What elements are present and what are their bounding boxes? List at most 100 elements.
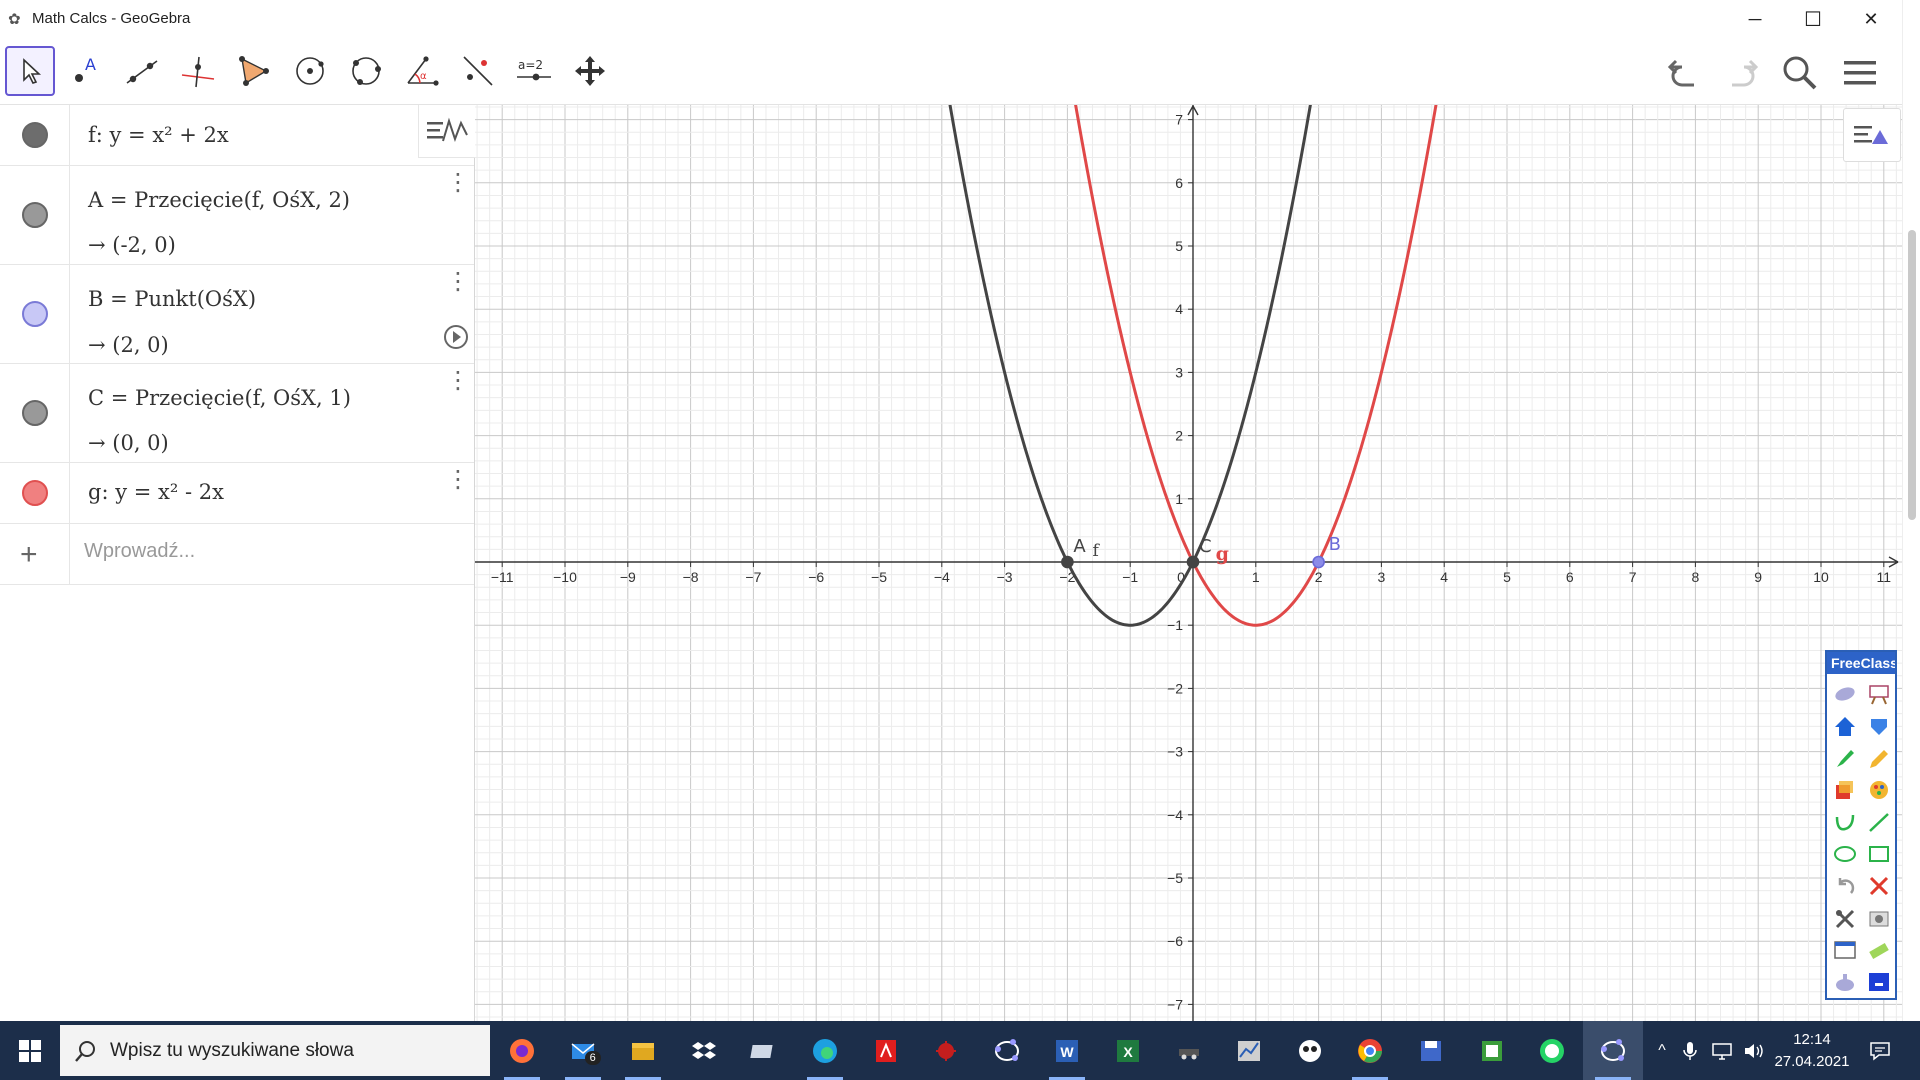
algebra-row-A[interactable]: A = Przecięcie(f, OśX, 2) → (-2, 0) ⋮ [0,166,474,265]
taskbar-app-firefox[interactable] [492,1021,552,1080]
more-options-button[interactable]: ⋮ [446,270,470,294]
more-options-button[interactable]: ⋮ [446,171,470,195]
taskbar-app-whatsapp[interactable] [1522,1021,1582,1080]
definition-A[interactable]: A = Przecięcie(f, OśX, 2) [88,188,350,212]
taskbar-app-excel-green[interactable] [1462,1021,1522,1080]
maximize-button[interactable]: ☐ [1784,0,1842,38]
taskbar-app-excel[interactable]: X [1098,1021,1158,1080]
reflect-tool[interactable] [453,46,503,96]
graphics-view[interactable]: −11 −10 −9 −8 −7 −6 −5 −4 −3 −2 −1 0 1 2 3 4 5 6 7 8 9 10 1176… [475,105,1902,1021]
definition-B[interactable]: B = Punkt(OśX) [88,287,256,311]
algebra-row-C[interactable]: C = Przecięcie(f, OśX, 1) → (0, 0) ⋮ [0,364,474,463]
definition-f[interactable]: f: y = x² + 2x [88,123,229,147]
palette-icon[interactable] [1864,774,1894,806]
algebra-input[interactable]: Wprowadź... [84,540,195,563]
clock-time: 12:14 [1793,1031,1831,1048]
move-tool[interactable] [5,46,55,96]
polygon-tool[interactable] [229,46,279,96]
visibility-marble-g[interactable] [22,480,48,506]
definition-g[interactable]: g: y = x² - 2x [88,480,224,504]
taskbar-app-geogebra-active[interactable] [1582,1021,1643,1080]
visibility-marble-f[interactable] [22,122,48,148]
line-icon[interactable] [1864,806,1894,838]
system-clock[interactable]: 12:14 27.04.2021 [1772,1029,1852,1073]
home-icon[interactable] [1830,710,1860,742]
taskbar-app-app-chart[interactable] [1219,1021,1279,1080]
algebra-settings-button[interactable] [418,105,475,158]
scrollbar-thumb[interactable] [1908,230,1916,520]
paint-icon[interactable] [1830,774,1860,806]
taskbar-app-app-red[interactable] [916,1021,976,1080]
minimize-button[interactable]: ─ [1726,0,1784,38]
tools-icon[interactable] [1830,902,1860,934]
taskbar-app-panda[interactable] [1280,1021,1340,1080]
taskbar-app-cloud-drive[interactable] [734,1021,794,1080]
x-tick-label: −5 [871,569,887,585]
taskbar-app-chrome[interactable] [1340,1021,1400,1080]
close-button[interactable]: ✕ [1842,0,1900,38]
point-tool[interactable]: A [61,46,111,96]
visibility-marble-B[interactable] [22,301,48,327]
circle-three-points-tool[interactable] [341,46,391,96]
algebra-row-B[interactable]: B = Punkt(OśX) → (2, 0) ⋮ [0,265,474,364]
visibility-marble-A[interactable] [22,202,48,228]
play-animation-button[interactable] [442,323,470,356]
network-icon[interactable] [1708,1021,1736,1080]
circle-tool[interactable] [285,46,335,96]
circle-icon [296,57,324,85]
ellipse-icon[interactable] [1830,838,1860,870]
marker-icon[interactable] [1830,742,1860,774]
algebra-row-f[interactable]: f: y = x² + 2x [0,105,475,166]
taskbar-app-app-car[interactable] [1159,1021,1219,1080]
rectangle-icon[interactable] [1864,838,1894,870]
angle-tool[interactable]: α [397,46,447,96]
search-placeholder: Wpisz tu wyszukiwane słowa [110,1040,354,1061]
taskbar-app-edge[interactable] [795,1021,855,1080]
notification-icon [1870,1041,1890,1061]
definition-C[interactable]: C = Przecięcie(f, OśX, 1) [88,386,351,410]
visibility-marble-C[interactable] [22,400,48,426]
show-hidden-icons-button[interactable]: ^ [1650,1021,1674,1080]
window-icon[interactable] [1830,934,1860,966]
taskbar-app-file-explorer[interactable] [613,1021,673,1080]
taskbar-app-geogebra-1[interactable] [977,1021,1037,1080]
start-button[interactable] [0,1021,60,1080]
curve-icon[interactable] [1830,806,1860,838]
pencil-icon[interactable] [1864,742,1894,774]
layers-icon[interactable] [1864,710,1894,742]
more-options-button[interactable]: ⋮ [446,468,470,492]
taskbar-app-dropbox[interactable] [674,1021,734,1080]
graphics-style-bar-toggle[interactable] [1843,108,1901,162]
svg-text:W: W [1061,1044,1075,1060]
taskbar-app-save-app[interactable] [1401,1021,1461,1080]
eraser-bar-icon[interactable] [1864,934,1894,966]
eraser-icon[interactable] [1830,678,1860,710]
delete-icon[interactable] [1864,870,1894,902]
plus-icon[interactable]: + [20,538,38,572]
redo-button[interactable] [1720,51,1764,95]
presentation-icon[interactable] [1864,678,1894,710]
taskbar-app-word[interactable]: W [1037,1021,1097,1080]
volume-icon[interactable] [1740,1021,1768,1080]
microphone-icon[interactable] [1678,1021,1702,1080]
hand-icon[interactable] [1830,966,1860,998]
perpendicular-line-tool[interactable] [173,46,223,96]
search-button[interactable] [1778,51,1822,95]
undo-button[interactable] [1662,51,1706,95]
taskbar-app-acrobat[interactable] [856,1021,916,1080]
slider-tool[interactable]: a=2 [509,46,559,96]
taskbar-app-mail[interactable]: 6 [553,1021,613,1080]
move-graphics-view-tool[interactable] [565,46,615,96]
algebra-input-row[interactable]: + Wprowadź... [0,524,474,585]
color-icon[interactable] [1864,966,1894,998]
algebra-row-g[interactable]: g: y = x² - 2x ⋮ [0,463,474,524]
main-menu-button[interactable] [1838,51,1882,95]
notifications-button[interactable] [1862,1021,1898,1080]
geogebra-active-icon [1600,1038,1625,1061]
more-options-button[interactable]: ⋮ [446,369,470,393]
taskbar-search-box[interactable]: Wpisz tu wyszukiwane słowa [60,1025,490,1076]
line-tool[interactable] [117,46,167,96]
window-scrollbar[interactable] [1902,0,1920,1021]
undo-icon[interactable] [1830,870,1860,902]
camera-icon[interactable] [1864,902,1894,934]
